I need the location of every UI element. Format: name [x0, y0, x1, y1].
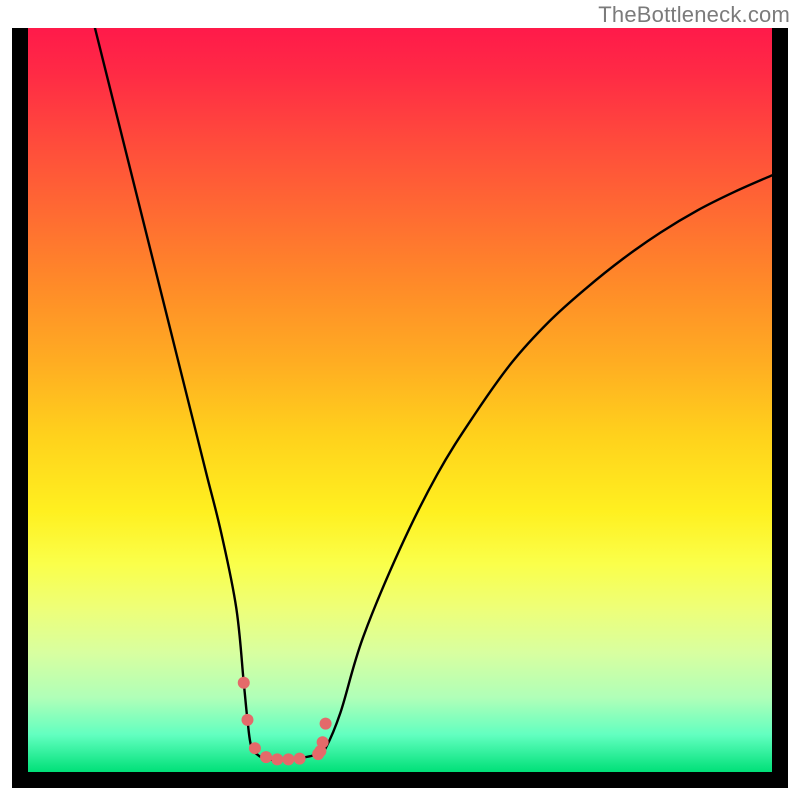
gradient-background [28, 28, 772, 772]
plot-area [28, 28, 772, 772]
plot-frame [12, 28, 788, 788]
attribution-text: TheBottleneck.com [598, 2, 790, 28]
page-root: TheBottleneck.com [0, 0, 800, 800]
